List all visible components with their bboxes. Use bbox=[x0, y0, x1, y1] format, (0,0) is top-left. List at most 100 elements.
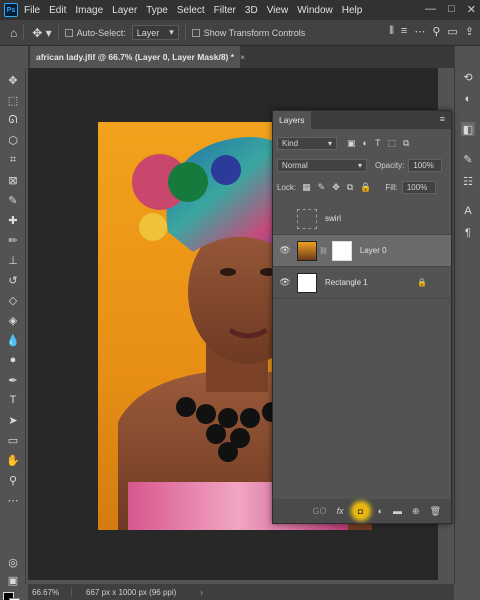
adjustments-panel-icon[interactable]: ◐ bbox=[461, 92, 475, 106]
character-panel-icon[interactable]: A bbox=[461, 204, 475, 218]
lock-artboard-icon[interactable]: ⧉ bbox=[347, 182, 353, 193]
healing-brush-icon[interactable]: ✚ bbox=[4, 212, 22, 228]
history-brush-icon[interactable]: ↺ bbox=[4, 272, 22, 288]
menu-file[interactable]: File bbox=[24, 5, 40, 16]
search-icon[interactable]: ⚲ bbox=[432, 25, 440, 38]
minimize-button[interactable]: — bbox=[425, 3, 436, 16]
eyedropper-tool-icon[interactable]: ✎ bbox=[4, 192, 22, 208]
path-selection-icon[interactable]: ➤ bbox=[4, 412, 22, 428]
menu-layer[interactable]: Layer bbox=[112, 5, 137, 16]
lock-fill-row: Lock: ▦ ✎ ✥ ⧉ 🔒 Fill: 100% bbox=[277, 181, 447, 194]
show-transform-checkbox[interactable]: Show Transform Controls bbox=[191, 28, 305, 38]
lock-transparency-icon[interactable]: ▦ bbox=[302, 182, 311, 193]
shape-filter-icon[interactable]: ⬚ bbox=[387, 138, 396, 149]
menu-window[interactable]: Window bbox=[297, 5, 333, 16]
type-tool-icon[interactable]: T bbox=[4, 392, 22, 408]
fill-input[interactable]: 100% bbox=[401, 181, 436, 194]
fill-value: 100% bbox=[406, 183, 428, 192]
divider bbox=[57, 24, 59, 41]
menu-edit[interactable]: Edit bbox=[49, 5, 66, 16]
menu-select[interactable]: Select bbox=[177, 5, 205, 16]
eraser-tool-icon[interactable]: ◇ bbox=[4, 292, 22, 308]
frame-tool-icon[interactable]: ⊠ bbox=[4, 172, 22, 188]
menu-filter[interactable]: Filter bbox=[214, 5, 236, 16]
history-panel-icon[interactable]: ⟲ bbox=[461, 70, 475, 84]
clone-stamp-icon[interactable]: ⊥ bbox=[4, 252, 22, 268]
status-menu-arrow[interactable]: › bbox=[200, 588, 203, 597]
layers-panel-icon[interactable]: ◧ bbox=[461, 122, 475, 136]
workspace-icon[interactable]: ▭ bbox=[447, 25, 457, 38]
align-icon[interactable]: ⫴ bbox=[389, 25, 394, 38]
maximize-button[interactable]: □ bbox=[448, 3, 455, 16]
paragraph-panel-icon[interactable]: ¶ bbox=[461, 226, 475, 240]
brush-panel-icon[interactable]: ✎ bbox=[461, 152, 475, 166]
more-options-icon[interactable]: ⋯ bbox=[414, 25, 425, 38]
fx-button[interactable]: fx bbox=[337, 506, 344, 516]
layer-row-layer-0[interactable]: 👁 ⛓ Layer 0 bbox=[273, 235, 451, 267]
brush-tool-icon[interactable]: ✏ bbox=[4, 232, 22, 248]
lock-all-icon[interactable]: 🔒 bbox=[360, 182, 371, 193]
link-icon[interactable]: ⛓ bbox=[319, 247, 328, 255]
add-mask-button[interactable]: ◘ bbox=[353, 504, 368, 518]
menu-3d[interactable]: 3D bbox=[245, 5, 258, 16]
lock-position-icon[interactable]: ✥ bbox=[332, 182, 340, 193]
layers-tab[interactable]: Layers bbox=[273, 111, 311, 129]
rectangle-tool-icon[interactable]: ▭ bbox=[4, 432, 22, 448]
auto-select-checkbox[interactable]: Auto-Select: bbox=[64, 27, 126, 38]
share-icon[interactable]: ⇪ bbox=[465, 25, 474, 38]
document-dimensions: 667 px x 1000 px (96 ppi) bbox=[86, 587, 177, 597]
screen-mode-icon[interactable]: ▣ bbox=[4, 572, 22, 588]
properties-panel-icon[interactable]: ☷ bbox=[461, 174, 475, 188]
zoom-level[interactable]: 66.67% bbox=[32, 587, 72, 597]
opacity-label: Opacity: bbox=[375, 161, 405, 170]
eye-icon[interactable]: 👁 bbox=[277, 277, 293, 288]
auto-select-label: Auto-Select: bbox=[76, 27, 126, 38]
trash-icon[interactable]: 🗑 bbox=[430, 506, 441, 517]
crop-tool-icon[interactable]: ⌗ bbox=[4, 152, 22, 168]
window-controls: — □ ✕ bbox=[425, 3, 476, 16]
hand-tool-icon[interactable]: ✋ bbox=[4, 452, 22, 468]
filter-kind-dropdown[interactable]: Kind ▾ bbox=[277, 137, 337, 150]
new-layer-icon[interactable]: ⊕ bbox=[412, 506, 420, 517]
new-group-icon[interactable]: ▬ bbox=[393, 506, 402, 516]
more-tools-icon[interactable]: ⋯ bbox=[4, 492, 22, 508]
menu-help[interactable]: Help bbox=[342, 5, 363, 16]
menu-view[interactable]: View bbox=[267, 5, 289, 16]
adjustment-filter-icon[interactable]: ◐ bbox=[363, 138, 368, 149]
type-filter-icon[interactable]: T bbox=[375, 138, 381, 149]
menu-type[interactable]: Type bbox=[146, 5, 168, 16]
dodge-tool-icon[interactable]: ● bbox=[4, 352, 22, 368]
layer-row-rectangle-1[interactable]: 👁 Rectangle 1 🔒 bbox=[273, 267, 451, 299]
home-icon[interactable]: ⌂ bbox=[10, 26, 17, 40]
pixel-filter-icon[interactable]: ▣ bbox=[347, 138, 356, 149]
document-tab[interactable]: african lady.jfif @ 66.7% (Layer 0, Laye… bbox=[30, 46, 245, 68]
lock-pixels-icon[interactable]: ✎ bbox=[318, 182, 326, 193]
blend-mode-dropdown[interactable]: Normal ▾ bbox=[277, 159, 367, 172]
move-tool-preset-icon[interactable]: ✥ ▾ bbox=[32, 26, 51, 40]
marquee-tool-icon[interactable]: ⬚ bbox=[4, 92, 22, 108]
link-layers-button[interactable]: GO bbox=[313, 506, 327, 516]
pen-tool-icon[interactable]: ✒ bbox=[4, 372, 22, 388]
distribute-icon[interactable]: ≡ bbox=[401, 25, 407, 38]
smart-object-filter-icon[interactable]: ⧉ bbox=[403, 138, 409, 149]
lasso-tool-icon[interactable]: ᘏ bbox=[4, 112, 22, 128]
layer-mask-thumbnail[interactable] bbox=[331, 240, 352, 261]
close-button[interactable]: ✕ bbox=[467, 3, 476, 16]
zoom-tool-icon[interactable]: ⚲ bbox=[4, 472, 22, 488]
shape-thumbnail bbox=[297, 272, 317, 293]
status-bar: 66.67% 667 px x 1000 px (96 ppi) › bbox=[28, 584, 454, 600]
menu-image[interactable]: Image bbox=[75, 5, 103, 16]
object-selection-icon[interactable]: ⬡ bbox=[4, 132, 22, 148]
right-panel-strip: ⟲ ◐ ◧ ✎ ☷ A ¶ bbox=[454, 46, 480, 584]
opacity-input[interactable]: 100% bbox=[408, 159, 443, 172]
panel-menu-icon[interactable]: ≡ bbox=[440, 114, 445, 124]
close-icon[interactable]: × bbox=[240, 52, 245, 62]
layer-row-swirl[interactable]: swirl bbox=[273, 203, 451, 235]
adjustment-layer-icon[interactable]: ◐ bbox=[378, 506, 383, 516]
eye-icon[interactable]: 👁 bbox=[277, 245, 293, 256]
paint-bucket-icon[interactable]: ◈ bbox=[4, 312, 22, 328]
move-tool-icon[interactable]: ✥ bbox=[4, 72, 22, 88]
blur-tool-icon[interactable]: 💧 bbox=[4, 332, 22, 348]
quick-mask-icon[interactable]: ◎ bbox=[4, 554, 22, 570]
auto-select-dropdown[interactable]: Layer ▾ bbox=[131, 25, 179, 40]
